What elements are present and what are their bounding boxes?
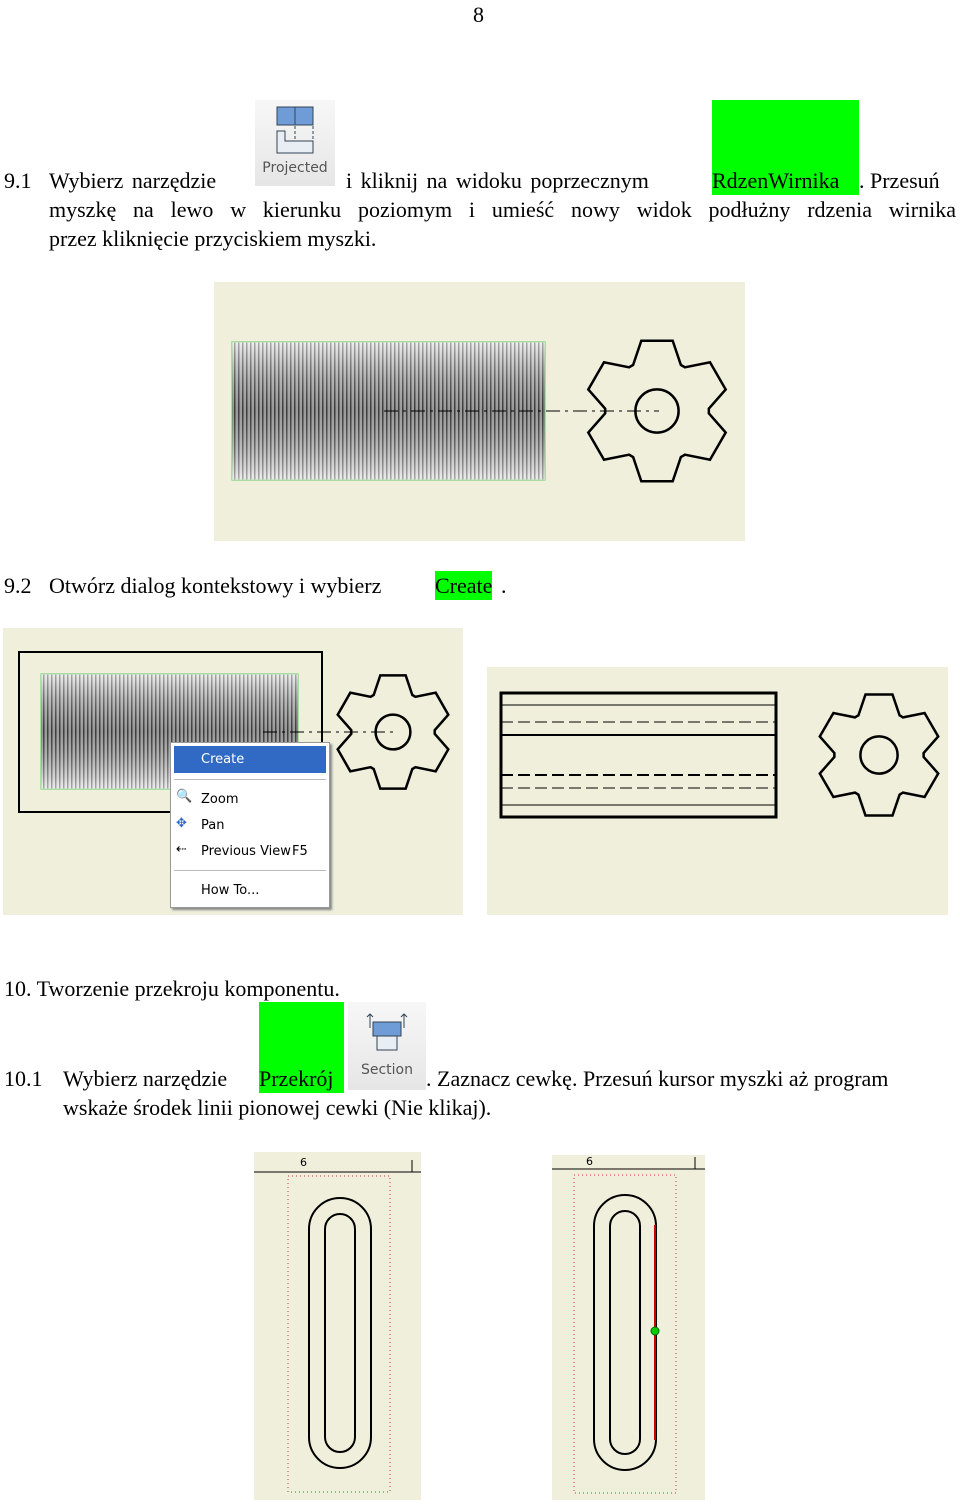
- section-tool-button[interactable]: Section: [348, 1002, 426, 1090]
- step-10-1-text-a: Wybierz narzędzie: [63, 1066, 228, 1091]
- gear-bore: [859, 735, 899, 775]
- menu-item-zoom[interactable]: Zoom: [201, 792, 238, 807]
- coil-screenshot-1: 6: [254, 1152, 421, 1500]
- step-9-1-number: 9.1: [4, 168, 32, 193]
- step-10-1-highlight: Przekrój: [259, 1066, 334, 1091]
- page-number: 8: [473, 2, 484, 27]
- drawing-screenshot-1: [214, 282, 745, 541]
- drawing-screenshot-3: [487, 667, 948, 915]
- projected-label: Projected: [262, 160, 328, 176]
- menu-shortcut: F5: [292, 844, 308, 859]
- section-10-heading: 10. Tworzenie przekroju komponentu.: [4, 976, 340, 1001]
- step-9-2-text: Otwórz dialog kontekstowy i wybierz: [49, 573, 382, 598]
- dimension-label: 6: [586, 1155, 593, 1168]
- projected-tool-button[interactable]: Projected: [255, 100, 335, 186]
- menu-item-create[interactable]: [174, 746, 326, 773]
- dimension-label: 6: [300, 1156, 307, 1169]
- step-9-1-highlight: RdzenWirnika: [712, 168, 840, 193]
- step-9-2-number: 9.2: [4, 573, 32, 598]
- pan-icon: ✥: [176, 816, 187, 831]
- step-9-2-highlight: Create: [435, 571, 493, 600]
- zoom-icon: 🔍: [176, 789, 193, 804]
- step-9-1-text-b: i kliknij na widoku poprzecznym: [346, 168, 649, 193]
- step-10-1-line2: wskaże środek linii pionowej cewki (Nie …: [63, 1095, 492, 1120]
- coil-screenshot-2: 6: [552, 1155, 705, 1500]
- previous-view-icon: ⇠: [176, 842, 187, 857]
- menu-item-previous-view[interactable]: Previous View: [201, 844, 291, 859]
- step-9-1-text-a: Wybierz narzędzie: [49, 168, 217, 193]
- document-page: 8 Projected 9.1 Wybierz narzędzie i klik…: [0, 0, 960, 1505]
- step-9-1-line3: przez kliknięcie przyciskiem myszki.: [49, 226, 377, 251]
- step-10-1-number: 10.1: [4, 1066, 43, 1091]
- step-9-2-period: .: [501, 573, 507, 598]
- gear-view-placed: [818, 693, 940, 817]
- midpoint-marker: [650, 1326, 660, 1336]
- step-9-1-text-c: . Przesuń: [859, 168, 940, 193]
- step-9-1-line2: myszkę na lewo w kierunku poziomym i umi…: [49, 197, 956, 222]
- projected-icon: [276, 106, 314, 154]
- menu-item-create-label[interactable]: Create: [201, 752, 244, 767]
- section-icon: [366, 1013, 408, 1051]
- menu-item-how-to[interactable]: How To...: [201, 883, 259, 898]
- menu-item-pan[interactable]: Pan: [201, 818, 224, 833]
- step-10-1-text-b: . Zaznacz cewkę. Przesuń kursor myszki a…: [426, 1066, 889, 1091]
- gear-outline: [818, 693, 940, 817]
- section-label: Section: [360, 1062, 413, 1078]
- context-menu: Create 🔍 Zoom ✥ Pan ⇠ Previous View F5 H…: [170, 742, 330, 908]
